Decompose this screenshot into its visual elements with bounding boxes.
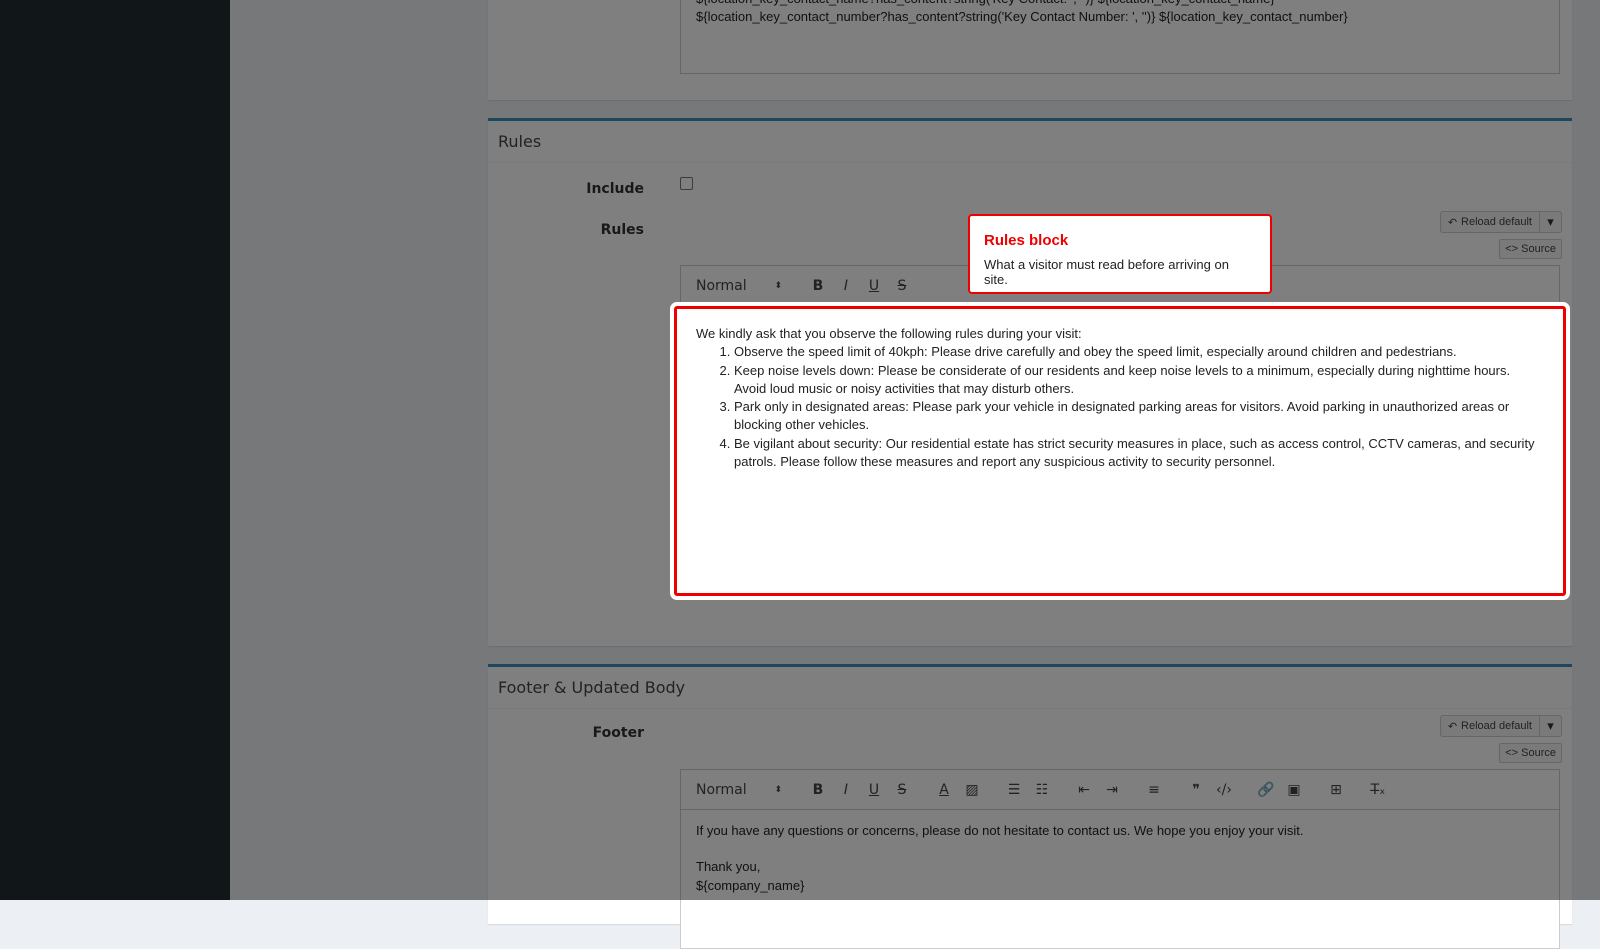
link-icon[interactable]: 🔗 — [1252, 778, 1280, 802]
italic-icon[interactable]: I — [832, 274, 860, 298]
sidebar — [0, 0, 230, 900]
format-select[interactable]: Normal ⬍ — [696, 782, 782, 798]
outdent-icon[interactable]: ⇤ — [1070, 778, 1098, 802]
rules-editor-body[interactable]: We kindly ask that you observe the follo… — [670, 302, 1570, 600]
underline-icon[interactable]: U — [860, 274, 888, 298]
footer-line: If you have any questions or concerns, p… — [696, 823, 1304, 838]
italic-icon[interactable]: I — [832, 778, 860, 802]
footer-line: ${company_name} — [696, 877, 805, 893]
source-button[interactable]: <> Source — [1499, 743, 1562, 763]
template-line: ${location_key_contact_name?has_content?… — [696, 0, 1544, 8]
rules-intro: We kindly ask that you observe the follo… — [696, 326, 1082, 341]
reload-default-label: Reload default — [1461, 216, 1532, 228]
editor-toolbar: Normal ⬍ B I U S A ▨ ☰ ☷ ⇤ ⇥ ≡ ❞ ‹/› 🔗 ▣… — [681, 770, 1559, 810]
select-arrows-icon: ⬍ — [774, 280, 782, 291]
include-label: Include — [586, 181, 644, 197]
chevron-down-icon[interactable]: ▾ — [1540, 211, 1562, 233]
code-block-icon[interactable]: ‹/› — [1210, 778, 1238, 802]
format-select-value: Normal — [696, 781, 747, 798]
format-select[interactable]: Normal ⬍ — [696, 278, 782, 294]
reload-default-group: ↶ Reload default ▾ — [1439, 715, 1562, 737]
strikethrough-icon[interactable]: S — [888, 274, 916, 298]
footer-line: Thank you, — [696, 859, 761, 875]
reload-default-button[interactable]: ↶ Reload default — [1439, 715, 1540, 737]
reload-default-button[interactable]: ↶ Reload default — [1439, 211, 1540, 233]
indent-icon[interactable]: ⇥ — [1098, 778, 1126, 802]
list-item: Keep noise levels down: Please be consid… — [734, 362, 1544, 399]
section-title: Rules — [488, 121, 1572, 163]
footer-label: Footer — [592, 725, 644, 741]
blockquote-icon[interactable]: ❞ — [1182, 778, 1210, 802]
reload-default-group: ↶ Reload default ▾ — [1439, 211, 1562, 233]
tooltip-text: What a visitor must read before arriving… — [984, 257, 1229, 287]
format-select-value: Normal — [696, 277, 747, 294]
image-icon[interactable]: ▣ — [1280, 778, 1308, 802]
clear-format-icon[interactable]: T̶ₓ — [1364, 778, 1392, 802]
undo-icon: ↶ — [1447, 720, 1458, 733]
list-item: Park only in designated areas: Please pa… — [734, 398, 1544, 435]
rules-label: Rules — [600, 222, 644, 238]
align-icon[interactable]: ≡ — [1140, 778, 1168, 802]
reload-default-label: Reload default — [1461, 720, 1532, 732]
footer-editor-body[interactable]: If you have any questions or concerns, p… — [681, 810, 1559, 907]
bold-icon[interactable]: B — [804, 778, 832, 802]
bullet-list-icon[interactable]: ☷ — [1028, 778, 1056, 802]
include-checkbox[interactable] — [680, 177, 693, 190]
list-item: Observe the speed limit of 40kph: Please… — [734, 343, 1544, 361]
chevron-down-icon[interactable]: ▾ — [1540, 715, 1562, 737]
ordered-list-icon[interactable]: ☰ — [1000, 778, 1028, 802]
tooltip-title: Rules block — [984, 232, 1069, 249]
bold-icon[interactable]: B — [804, 274, 832, 298]
location-section: ${location_key_contact_name?has_content?… — [488, 0, 1572, 100]
location-editor[interactable]: ${location_key_contact_name?has_content?… — [680, 0, 1560, 74]
footer-section: Footer & Updated Body Footer ↶ Reload de… — [488, 664, 1572, 949]
section-title: Footer & Updated Body — [488, 667, 1572, 709]
rules-list: Observe the speed limit of 40kph: Please… — [696, 343, 1544, 471]
undo-icon: ↶ — [1447, 216, 1458, 229]
strikethrough-icon[interactable]: S — [888, 778, 916, 802]
tour-tooltip: Rules block What a visitor must read bef… — [968, 214, 1272, 294]
select-arrows-icon: ⬍ — [774, 784, 782, 795]
list-item: Be vigilant about security: Our resident… — [734, 435, 1544, 472]
text-color-icon[interactable]: A — [930, 778, 958, 802]
template-line: ${location_key_contact_number?has_conten… — [696, 9, 1348, 24]
underline-icon[interactable]: U — [860, 778, 888, 802]
source-button[interactable]: <> Source — [1499, 239, 1562, 259]
table-icon[interactable]: ⊞ — [1322, 778, 1350, 802]
footer-editor[interactable]: Normal ⬍ B I U S A ▨ ☰ ☷ ⇤ ⇥ ≡ ❞ ‹/› 🔗 ▣… — [680, 769, 1560, 949]
background-color-icon[interactable]: ▨ — [958, 778, 986, 802]
